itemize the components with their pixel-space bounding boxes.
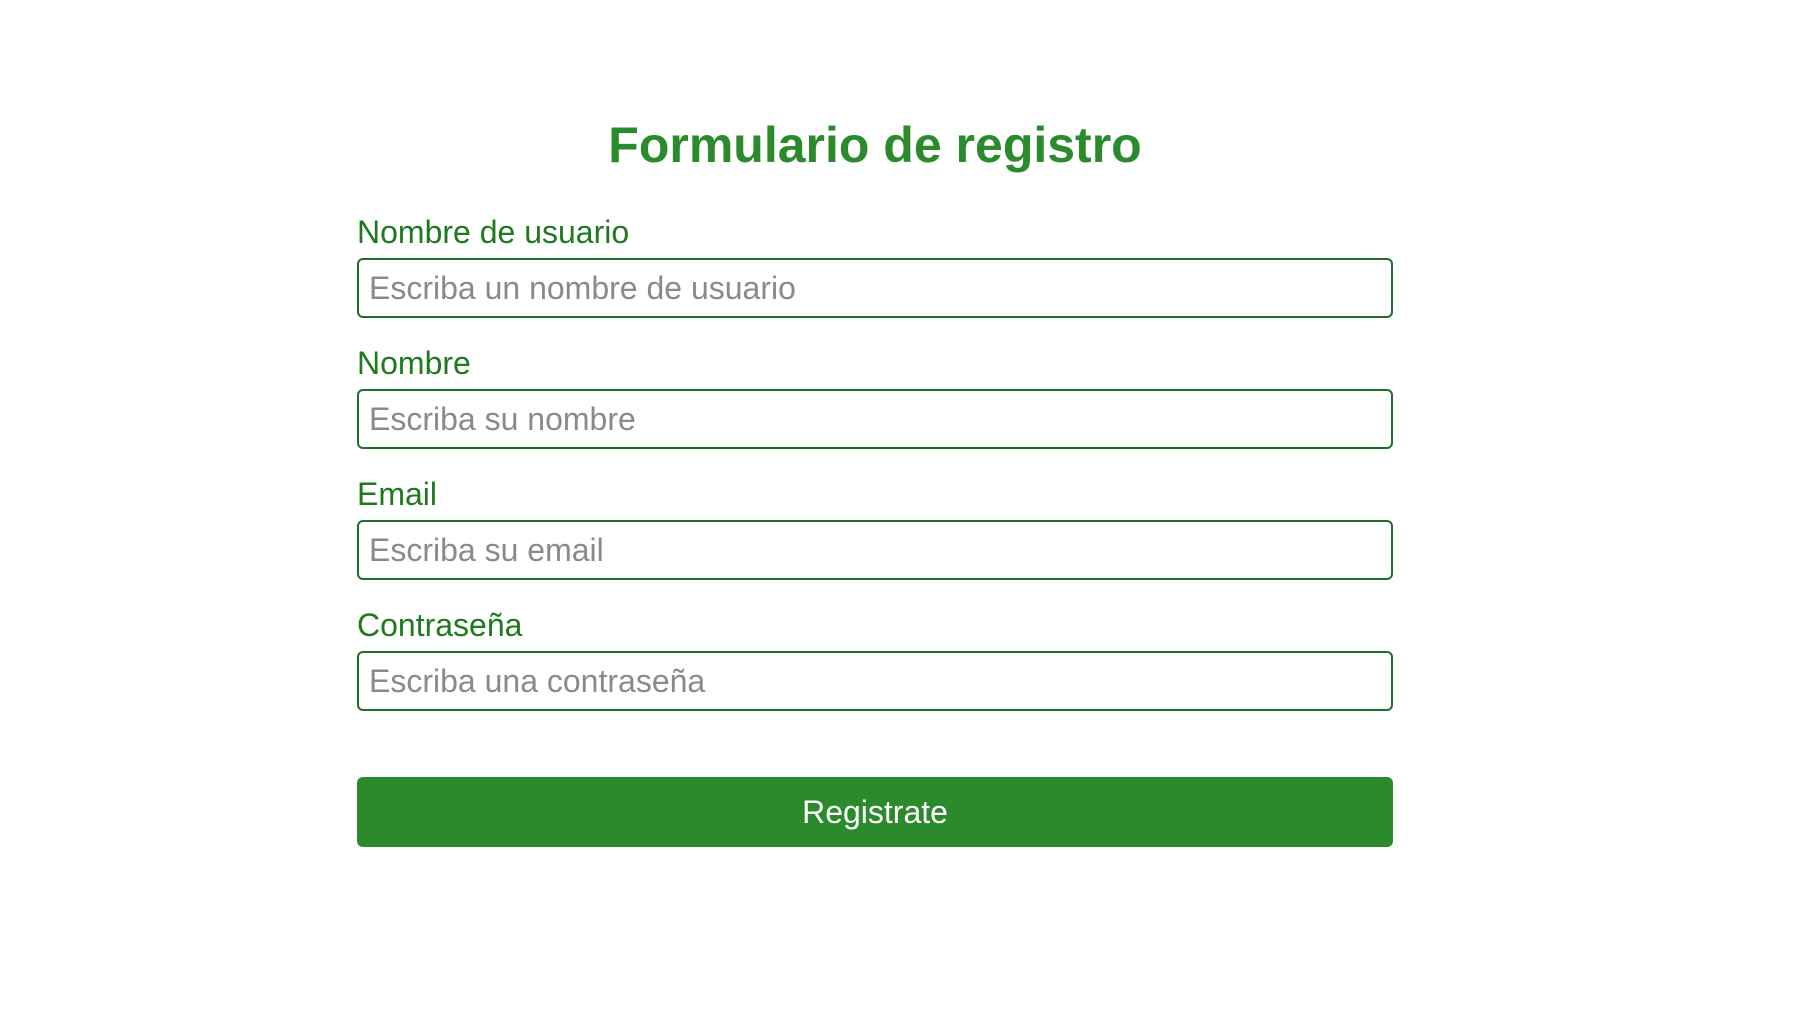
email-field-group: Email (357, 474, 1393, 580)
username-input[interactable] (357, 258, 1393, 318)
registration-form: Formulario de registro Nombre de usuario… (357, 110, 1393, 847)
name-label: Nombre (357, 345, 471, 381)
password-label: Contraseña (357, 607, 523, 643)
email-input[interactable] (357, 520, 1393, 580)
password-field-group: Contraseña (357, 605, 1393, 711)
register-button[interactable]: Registrate (357, 777, 1393, 847)
form-title: Formulario de registro (608, 117, 1142, 173)
name-input[interactable] (357, 389, 1393, 449)
username-field-group: Nombre de usuario (357, 212, 1393, 318)
password-input[interactable] (357, 651, 1393, 711)
username-label: Nombre de usuario (357, 214, 630, 250)
email-label: Email (357, 476, 438, 512)
name-field-group: Nombre (357, 343, 1393, 449)
